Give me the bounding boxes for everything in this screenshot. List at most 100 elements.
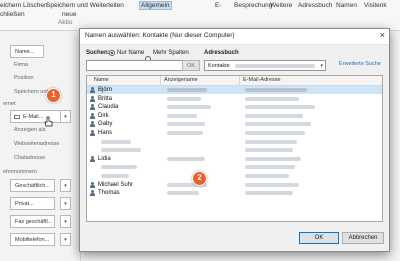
contact-row[interactable] (87, 138, 382, 146)
save-as-label: Speichern unt (14, 89, 48, 95)
im-address-label: Chatadresse (14, 155, 46, 161)
contact-person-icon (90, 87, 95, 93)
ribbon-new[interactable]: neue (62, 11, 76, 18)
contact-name: Britta (98, 95, 113, 102)
display-as-label: Anzeigen als (14, 127, 46, 133)
redacted-text (245, 191, 293, 196)
ribbon-save-forward[interactable]: Speichern und Weiterleiten (46, 2, 124, 9)
contact-row[interactable]: Michael Suhr (87, 181, 382, 189)
envelope-icon (14, 115, 20, 119)
contact-name: Thomas (98, 190, 120, 197)
ribbon-general[interactable]: Allgemein (139, 1, 172, 10)
ribbon-email[interactable]: E- (215, 2, 222, 9)
contact-name: Björn (98, 87, 113, 93)
addressbook-select-value: Kontakte (208, 63, 230, 69)
ribbon-meeting[interactable]: Besprechung (234, 2, 272, 9)
contact-row[interactable] (87, 146, 382, 154)
contact-row[interactable]: Björn (87, 86, 382, 94)
contact-person-icon (90, 112, 95, 119)
cancel-button[interactable]: Abbrechen (342, 232, 384, 244)
ribbon-close[interactable]: chließen (0, 11, 25, 18)
name-button[interactable]: Name... (10, 45, 44, 58)
mobile-phone-dropdown[interactable]: ▾ (60, 233, 71, 246)
ribbon-card[interactable]: Visitenk (364, 2, 387, 9)
redacted-text (245, 139, 297, 144)
search-go-button[interactable]: OK (182, 60, 200, 71)
ribbon-actions-group: Aktio (58, 19, 73, 26)
business-fax-button[interactable]: Fax geschäftl... (10, 215, 55, 228)
ribbon-delete[interactable]: Löschen (23, 2, 48, 9)
contact-row[interactable]: Gaby (87, 120, 382, 128)
advanced-search-link[interactable]: Erweiterte Suche (339, 61, 381, 67)
contact-row[interactable] (87, 163, 382, 171)
contacts-list[interactable]: Name Anzeigename E-Mail-Adresse Björn Bri… (86, 75, 383, 222)
redacted-text (167, 113, 197, 118)
business-phone-button[interactable]: Geschäftlich... (10, 179, 55, 192)
phone-section-label: efonnummern (3, 169, 37, 175)
search-label: Suchen: (86, 50, 110, 56)
select-names-dialog: Namen auswählen: Kontakte (Nur dieser Co… (79, 28, 390, 252)
contact-name: Lidia (98, 155, 111, 162)
radio-more-columns-label: Mehr Spalten (153, 50, 189, 56)
email-dropdown[interactable]: ▾ (60, 110, 71, 123)
close-icon[interactable]: × (380, 30, 385, 40)
contact-person-icon (90, 95, 95, 102)
redacted-text (245, 96, 299, 101)
callout-2: 2 (192, 171, 207, 186)
ribbon-names[interactable]: Namen (336, 2, 357, 9)
position-label: Position (14, 75, 34, 81)
webpage-label: Webseitenadresse (14, 141, 60, 147)
home-phone-button[interactable]: Privat... (10, 197, 55, 210)
contact-person-icon (90, 104, 95, 111)
contact-row[interactable] (87, 172, 382, 180)
ok-button[interactable]: OK (299, 232, 339, 244)
contacts-rows: Björn Britta Claudia Dirk Gaby Hans Lidia Micha… (87, 86, 382, 221)
contact-name: Dirk (98, 112, 109, 119)
contact-name: Claudia (98, 104, 119, 111)
mobile-phone-button[interactable]: Mobiltelefon... (10, 233, 55, 246)
ribbon-more[interactable]: Weitere (270, 2, 292, 9)
redacted-text (245, 105, 315, 110)
radio-name-only-label: Nur Name (117, 50, 145, 56)
contact-name: Michael Suhr (98, 181, 134, 188)
contact-row[interactable]: Claudia (87, 103, 382, 111)
home-phone-dropdown[interactable]: ▾ (60, 197, 71, 210)
redacted-text (101, 174, 129, 178)
column-header-email[interactable]: E-Mail-Adresse (243, 77, 281, 83)
redacted-text (245, 156, 301, 161)
redacted-text (167, 131, 203, 135)
redacted-text (167, 96, 201, 101)
contact-name: Hans (98, 130, 113, 136)
contact-row[interactable]: Dirk (87, 112, 382, 120)
redacted-text (245, 113, 303, 118)
contact-row[interactable]: Thomas (87, 189, 382, 197)
internet-section-label: ernet (3, 101, 16, 107)
company-label: Firma (14, 62, 29, 68)
redacted-text (167, 122, 205, 127)
email-button-label: E-Mail... (23, 114, 44, 120)
chevron-down-icon: ▾ (320, 63, 323, 69)
business-fax-dropdown[interactable]: ▾ (60, 215, 71, 228)
addressbook-select[interactable]: Kontakte ▾ (204, 60, 326, 71)
callout-1: 1 (46, 88, 61, 103)
contact-row[interactable]: Lidia (87, 155, 382, 163)
contact-name: Gaby (98, 121, 113, 128)
contact-person-icon (90, 181, 95, 188)
ribbon-addressbook[interactable]: Adressbuch (298, 2, 332, 9)
contact-person-icon (90, 155, 95, 162)
contact-person-icon (90, 130, 95, 136)
business-phone-dropdown[interactable]: ▾ (60, 179, 71, 192)
redacted-text (245, 182, 299, 187)
redacted-text (167, 88, 207, 92)
contact-form-left: Name... Firma Position Speichern unt ern… (0, 31, 81, 261)
addressbook-label: Adressbuch (204, 50, 239, 56)
radio-name-only[interactable] (109, 50, 115, 56)
redacted-text (245, 148, 293, 153)
ribbon-save[interactable]: eichern (0, 2, 21, 9)
contact-row[interactable]: Hans (87, 129, 382, 137)
search-input[interactable] (86, 60, 189, 71)
contact-row[interactable]: Britta (87, 95, 382, 103)
column-header-display-name[interactable]: Anzeigename (164, 77, 198, 83)
contact-person-icon (90, 121, 95, 128)
column-header-name[interactable]: Name (94, 77, 109, 83)
